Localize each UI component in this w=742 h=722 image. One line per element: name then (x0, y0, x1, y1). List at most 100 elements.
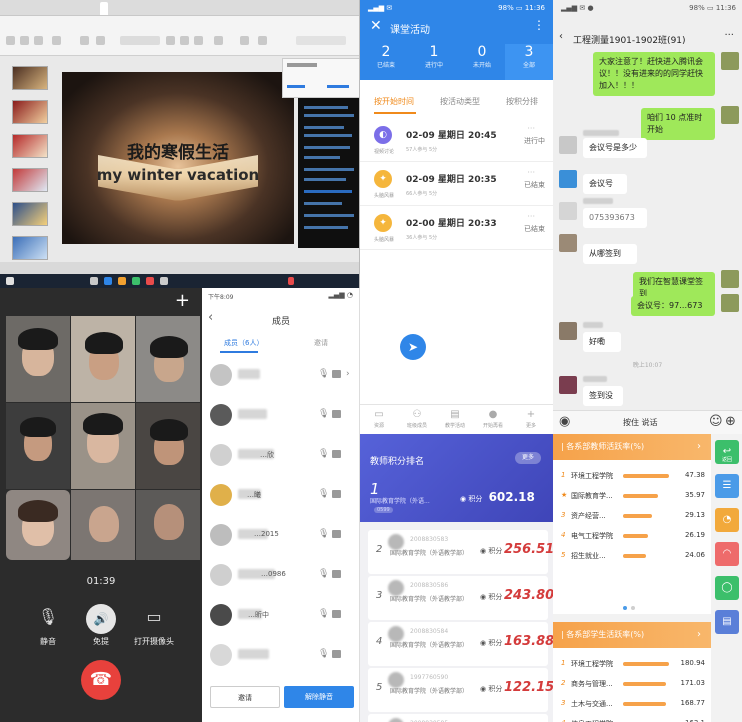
hangup-button[interactable]: ☎ (81, 660, 121, 700)
avatar[interactable] (559, 202, 577, 220)
member-row[interactable]: 🎙 (202, 398, 359, 436)
side-button-refresh[interactable]: ◯ (715, 576, 739, 600)
slide-thumbnail[interactable] (12, 66, 48, 90)
microphone-icon[interactable]: 🎙 (318, 449, 329, 459)
ranking-row[interactable]: 2 2008830583 国际教育学院（外语教学部） ◉ 积分 256.51 (368, 530, 553, 574)
tray-icon[interactable] (288, 277, 294, 285)
member-row[interactable]: …0986 🎙 (202, 558, 359, 596)
activity-item[interactable]: ◐ 视频讨论 02-09 星期日 20:45 57人参与 5分 ··· 进行中 (360, 118, 553, 162)
sort-by-points[interactable]: 按积分排 (506, 96, 538, 107)
slide-title[interactable]: 我的寒假生活 (62, 138, 294, 163)
more-vertical-icon[interactable]: ⋮ (533, 18, 545, 32)
nav-teaching[interactable]: ▤ 教学活动 (436, 409, 474, 429)
more-button[interactable]: 更多 (515, 452, 541, 464)
add-participant-icon[interactable]: + (175, 290, 190, 311)
avatar[interactable] (721, 106, 739, 124)
document-tab[interactable] (4, 2, 12, 15)
pager-dot[interactable] (631, 606, 635, 610)
board-row[interactable]: 3 资产经营... 29.13 (561, 510, 709, 524)
hold-to-talk-button[interactable]: 按住 说话 (623, 417, 658, 428)
back-icon[interactable]: ‹ (559, 31, 563, 42)
bold-icon[interactable] (166, 36, 175, 45)
align-icon[interactable] (214, 36, 223, 45)
camera-icon[interactable] (332, 370, 341, 378)
side-button-list[interactable]: ☰ (715, 474, 739, 498)
member-row[interactable]: …欣 🎙 (202, 438, 359, 476)
avatar[interactable] (559, 322, 577, 340)
taskbar-app-icon[interactable] (118, 277, 126, 285)
video-tile[interactable] (71, 490, 135, 560)
microphone-icon[interactable]: 🎙 (318, 609, 329, 619)
arrange-icon[interactable] (258, 36, 267, 45)
nav-members[interactable]: ⚇ 班级成员 (398, 409, 436, 429)
microphone-icon[interactable]: 🎙 (318, 649, 329, 659)
slide-thumbnail[interactable] (12, 236, 48, 260)
new-slide-icon[interactable] (80, 36, 89, 45)
board-row[interactable]: 2 商务与管理... 171.03 (561, 678, 709, 692)
nav-review[interactable]: ● 开始再看 (474, 409, 512, 429)
video-tile[interactable] (136, 316, 200, 402)
video-tile[interactable] (6, 316, 70, 402)
avatar[interactable] (721, 52, 739, 70)
camera-icon[interactable] (332, 650, 341, 658)
side-button-gauge[interactable]: ◠ (715, 542, 739, 566)
member-row[interactable]: 🎙 › (202, 358, 359, 396)
unmute-all-button[interactable]: 解除静音 (284, 686, 354, 708)
side-button-pie-chart[interactable]: ◔ (715, 508, 739, 532)
microphone-icon[interactable]: 🎙 (318, 409, 329, 419)
file-icon[interactable] (6, 36, 15, 45)
video-tile[interactable] (71, 316, 135, 402)
side-button-document[interactable]: ▤ (715, 610, 739, 634)
close-icon[interactable]: ✕ (370, 18, 382, 34)
video-tile[interactable] (136, 490, 200, 560)
paste-icon[interactable] (52, 36, 61, 45)
window-controls[interactable] (318, 3, 354, 12)
search-box[interactable] (296, 36, 346, 45)
board-row[interactable]: 1 环境工程学院 47.38 (561, 470, 709, 484)
chat-message-sent[interactable]: 大家注意了！赶快进入腾讯会议！！没有进来的的同学赶快加入！！！ (593, 52, 715, 96)
underline-icon[interactable] (194, 36, 203, 45)
chat-message-received[interactable]: 会议号是多少 (583, 138, 647, 158)
activity-item[interactable]: ✦ 头脑风暴 02-00 星期日 20:33 36人参与 5分 ··· 已结束 (360, 206, 553, 250)
slide-thumbnail[interactable] (12, 100, 48, 124)
video-tile-self[interactable] (6, 490, 70, 560)
member-row[interactable]: 🎙 (202, 638, 359, 676)
camera-button[interactable]: ▭ 打开摄像头 (126, 604, 182, 647)
document-tab-active[interactable] (100, 2, 108, 15)
send-icon[interactable]: ➤ (400, 334, 426, 360)
stat-in-progress[interactable]: 1 进行中 (410, 44, 458, 69)
board-row[interactable]: ★ 国际教育学... 35.97 (561, 490, 709, 504)
slide-thumbnail[interactable] (12, 134, 48, 158)
ranking-row[interactable]: 4 2008830584 国际教育学院（外语教学部） ◉ 积分 163.88 (368, 622, 553, 666)
taskbar-app-icon[interactable] (104, 277, 112, 285)
sort-by-start-time[interactable]: 按开始时间 (374, 96, 414, 107)
stat-ended[interactable]: 2 已结束 (362, 44, 410, 69)
taskbar-app-icon[interactable] (90, 277, 98, 285)
ranking-row[interactable]: 5 1997760590 国际教育学院（外语教学部） ◉ 积分 122.15 (368, 668, 553, 712)
taskbar-app-icon[interactable] (146, 277, 154, 285)
microphone-icon[interactable]: 🎙 (318, 369, 329, 379)
ranking-row[interactable]: 3 2008830586 国际教育学院（外语教学部） ◉ 积分 243.80 (368, 576, 553, 620)
camera-icon[interactable] (332, 610, 341, 618)
chat-message-received[interactable]: 会议号 (583, 174, 627, 194)
more-horizontal-icon[interactable]: ··· (527, 212, 535, 221)
chevron-right-icon[interactable]: › (346, 369, 350, 379)
microphone-icon[interactable]: 🎙 (318, 489, 329, 499)
activity-item[interactable]: ✦ 头脑风暴 02-09 星期日 20:35 66人参与 5分 ··· 已结束 (360, 162, 553, 206)
chat-message-received[interactable]: 签到没 (583, 386, 623, 406)
board-row[interactable]: 4 电气工程学院 26.19 (561, 530, 709, 544)
layout-icon[interactable] (96, 36, 105, 45)
board-title[interactable]: | 各系部教师活跃率(%) › (553, 434, 711, 460)
board-row[interactable]: 4信息工程学院163.1 (561, 718, 709, 722)
nav-resources[interactable]: ▭ 资源 (360, 409, 398, 429)
member-row[interactable]: …曦 🎙 (202, 478, 359, 516)
video-tile[interactable] (6, 403, 70, 489)
camera-icon[interactable] (332, 490, 341, 498)
avatar[interactable] (559, 170, 577, 188)
font-selector[interactable] (120, 36, 160, 45)
slide-thumbnail[interactable] (12, 168, 48, 192)
taskbar-app-icon[interactable] (132, 277, 140, 285)
microphone-icon[interactable]: 🎙 (318, 529, 329, 539)
tab-invite[interactable]: 邀请 (314, 338, 328, 348)
avatar[interactable] (721, 270, 739, 288)
